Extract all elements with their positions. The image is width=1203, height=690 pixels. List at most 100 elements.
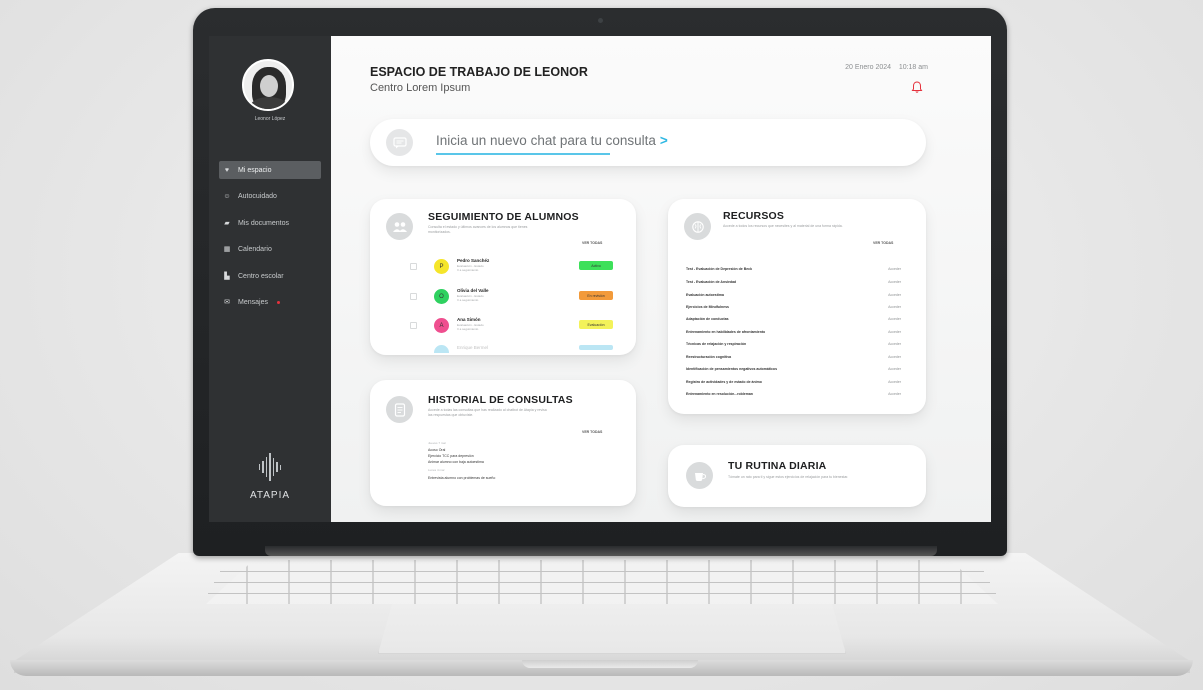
- sidebar-item-label: Mensajes: [238, 299, 268, 306]
- access-link[interactable]: Acceder: [888, 280, 901, 284]
- student-meta: Evaluación - Estado Ir a seguimiento: [457, 323, 484, 331]
- status-badge: En revisión: [579, 291, 613, 300]
- main-content: ESPACIO DE TRABAJO DE LEONOR Centro Lore…: [331, 36, 991, 522]
- resource-label: Identificación de pensamientos negativos…: [686, 367, 778, 371]
- heart-icon: ♥: [224, 166, 230, 174]
- page-subtitle: Centro Lorem Ipsum: [370, 82, 471, 94]
- resource-row[interactable]: Test - Evaluación de Ansiedad Acceder: [686, 280, 901, 289]
- history-entry[interactable]: Ejercicio TCC para depresión: [428, 454, 474, 458]
- new-chat-bar[interactable]: Inicia un nuevo chat para tu consulta >: [370, 119, 926, 166]
- avatar[interactable]: [242, 59, 294, 111]
- resource-row[interactable]: Evaluación autoestima Acceder: [686, 293, 901, 302]
- sidebar-item-label: Mi espacio: [238, 166, 272, 174]
- students-card: SEGUIMIENTO DE ALUMNOS Consulta el estad…: [370, 199, 636, 355]
- history-entry[interactable]: Entrevista alumno con problemas de sueño: [428, 476, 495, 480]
- access-link[interactable]: Acceder: [888, 330, 901, 334]
- status-badge: Evaluación: [579, 320, 613, 329]
- resource-row[interactable]: Test - Evaluación de Depresión de Beck Ac…: [686, 267, 901, 276]
- row-checkbox[interactable]: [410, 322, 417, 329]
- document-icon: [386, 396, 413, 423]
- access-link[interactable]: Acceder: [888, 267, 901, 271]
- access-link[interactable]: Acceder: [888, 367, 901, 371]
- sidebar-item-autocuidado[interactable]: ☺ Autocuidado: [219, 188, 321, 206]
- brand: ATAPIA: [209, 452, 331, 501]
- student-meta: Evaluación - Estado Ir a seguimiento: [457, 294, 484, 302]
- brand-name: ATAPIA: [249, 490, 291, 501]
- building-icon: ▙: [224, 272, 230, 280]
- history-description: Accede a todas las consultas que has rea…: [428, 408, 547, 417]
- keyboard-row: [220, 571, 984, 572]
- students-see-all-link[interactable]: VER TODAS: [582, 241, 602, 245]
- datetime: 20 Enero 2024 10:18 am: [845, 64, 928, 71]
- chat-icon: [386, 129, 413, 156]
- sidebar-item-calendario[interactable]: ▦ Calendario: [219, 241, 321, 259]
- resource-label: Test - Evaluación de Ansiedad: [686, 280, 737, 284]
- resource-label: Técnicas de relajación y respiración: [686, 342, 747, 346]
- laptop-hinge: [265, 546, 937, 556]
- list-item[interactable]: O Olivia del Valle Evaluación - Estado Ir…: [410, 287, 620, 309]
- status-badge: [579, 345, 613, 350]
- history-see-all-link[interactable]: VER TODAS: [582, 430, 602, 434]
- sidebar-item-label: Autocuidado: [238, 193, 277, 200]
- routine-description: Tómate un rato para ti y sigue estos eje…: [728, 475, 849, 479]
- resources-card: RECURSOS Accede a todos los recursos que…: [668, 199, 926, 414]
- resource-row[interactable]: Adaptación de conductas Acceder: [686, 317, 901, 326]
- resource-label: Entrenamiento en habilidades de afrontam…: [686, 330, 766, 334]
- calendar-icon: ▦: [223, 246, 231, 253]
- sidebar-item-mensajes[interactable]: ✉ Mensajes: [219, 294, 321, 312]
- history-entry[interactable]: Animar alumno con baja autoestima: [428, 460, 484, 464]
- row-checkbox[interactable]: [410, 293, 417, 300]
- students-icon: [386, 213, 413, 240]
- date: 20 Enero 2024: [845, 64, 892, 71]
- resource-label: Reestructuración cognitiva: [686, 355, 732, 359]
- resource-row[interactable]: Ejercicios de Mindfulness Acceder: [686, 305, 901, 314]
- access-link[interactable]: Acceder: [888, 317, 901, 321]
- new-chat-prompt[interactable]: Inicia un nuevo chat para tu consulta >: [436, 133, 668, 148]
- resources-see-all-link[interactable]: VER TODAS: [873, 241, 893, 245]
- resource-label: Adaptación de conductas: [686, 317, 729, 321]
- resource-row[interactable]: Registro de actividades y de estado de á…: [686, 380, 901, 389]
- resource-row[interactable]: Entrenamiento en resolución...robleman Ac…: [686, 392, 901, 401]
- resources-title: RECURSOS: [723, 210, 785, 222]
- list-item[interactable]: A Ana Simón Evaluación - Estado Ir a segu…: [410, 316, 620, 338]
- sidebar-item-label: Calendario: [238, 246, 272, 253]
- access-link[interactable]: Acceder: [888, 392, 901, 396]
- resource-row[interactable]: Identificación de pensamientos negativos…: [686, 367, 901, 376]
- access-link[interactable]: Acceder: [888, 380, 901, 384]
- students-description: Consulta el estado y últimos avances de …: [428, 225, 528, 234]
- resource-row[interactable]: Reestructuración cognitiva Acceder: [686, 355, 901, 364]
- access-link[interactable]: Acceder: [888, 293, 901, 297]
- history-date: Lunes 4 mar: [428, 468, 445, 472]
- access-link[interactable]: Acceder: [888, 305, 901, 309]
- notification-dot: [276, 301, 280, 304]
- resource-label: Test - Evaluación de Depresión de Beck: [686, 267, 753, 271]
- sidebar-item-mis-documentos[interactable]: ▰ Mis documentos: [219, 214, 321, 232]
- routine-card[interactable]: TU RUTINA DIARIA Tómate un rato para ti …: [668, 445, 926, 507]
- access-link[interactable]: Acceder: [888, 342, 901, 346]
- history-entry[interactable]: Acoso Oral: [428, 448, 445, 452]
- new-chat-label: Inicia un nuevo chat para tu consulta: [436, 133, 656, 148]
- row-checkbox[interactable]: [410, 263, 417, 270]
- student-avatar: [434, 345, 449, 353]
- resource-row[interactable]: Entrenamiento en habilidades de afrontam…: [686, 330, 901, 339]
- folder-icon: ▰: [224, 219, 230, 227]
- student-avatar: O: [434, 289, 449, 304]
- resource-row[interactable]: Técnicas de relajación y respiración Acce…: [686, 342, 901, 351]
- keyboard-row: [208, 593, 996, 594]
- laptop-notch: [522, 660, 698, 668]
- laptop-trackpad: [378, 604, 846, 654]
- sidebar-item-mi-espacio[interactable]: ♥ Mi espacio: [219, 161, 321, 179]
- prompt-underline: [436, 153, 610, 155]
- list-item[interactable]: Enrique Bermel: [410, 343, 620, 353]
- bell-icon[interactable]: [910, 80, 924, 94]
- sidebar-nav: ♥ Mi espacio ☺ Autocuidado ▰ Mis documen…: [219, 161, 321, 320]
- user-name: Leonor López: [254, 116, 286, 122]
- brand-wave-icon: [209, 452, 331, 482]
- keyboard-row: [214, 582, 990, 583]
- chevron-right-icon: >: [659, 133, 668, 148]
- history-title: HISTORIAL DE CONSULTAS: [428, 394, 573, 406]
- sidebar-item-centro-escolar[interactable]: ▙ Centro escolar: [219, 267, 321, 285]
- list-item[interactable]: P Pedro Sanchéz Evaluación - Estado Ir a …: [410, 257, 620, 279]
- status-badge: Activo: [579, 261, 613, 270]
- access-link[interactable]: Acceder: [888, 355, 901, 359]
